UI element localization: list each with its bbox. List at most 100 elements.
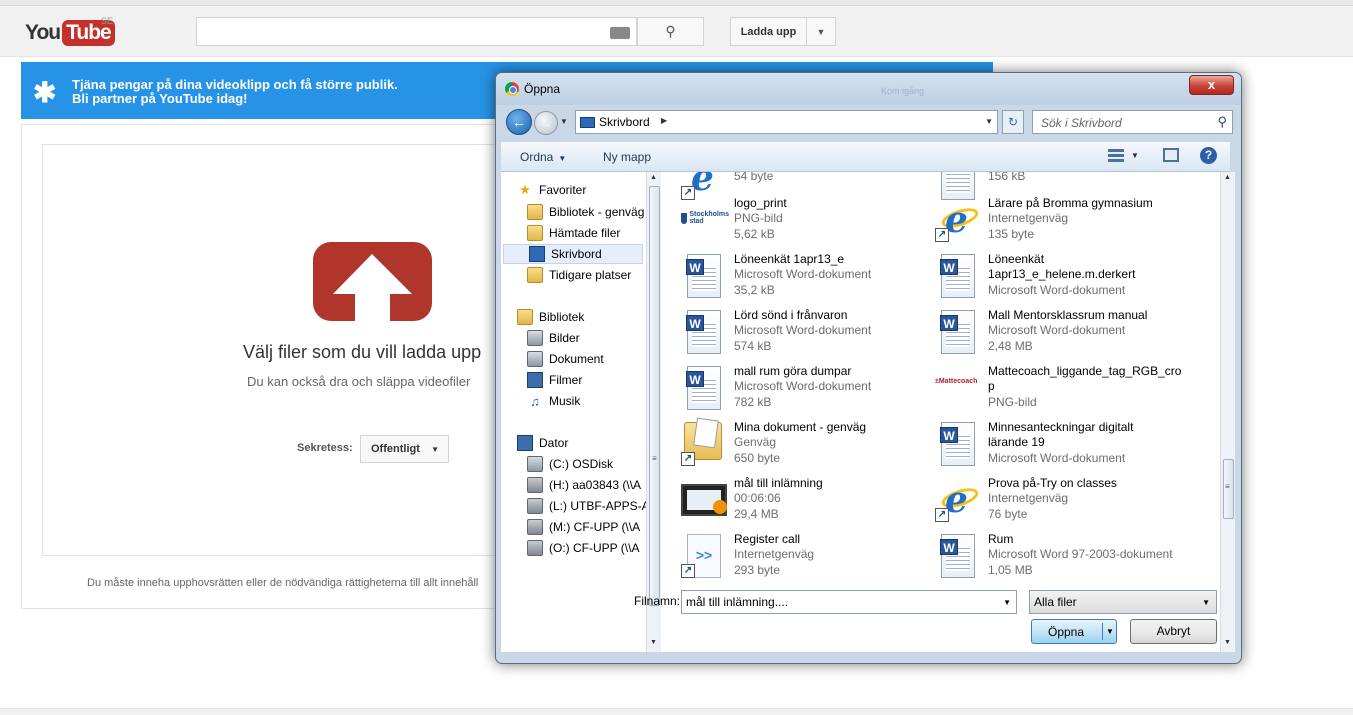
history-dropdown-icon[interactable]: ▼ [560, 117, 568, 126]
file-size: 2,48 MB [988, 339, 1033, 353]
nav-computer[interactable]: Dator [517, 433, 568, 453]
filetype-value: Alla filer [1034, 595, 1077, 609]
file-name: Lärare på Bromma gymnasium [988, 196, 1153, 210]
organize-button[interactable]: Ordna ▼ [520, 150, 566, 164]
privacy-label: Sekretess: [297, 442, 353, 454]
forward-button[interactable]: → [534, 111, 558, 135]
upload-button[interactable]: Ladda upp [730, 17, 807, 46]
nav-item-drive-c[interactable]: (C:) OSDisk [519, 454, 613, 474]
network-drive-icon [527, 477, 543, 493]
file-item[interactable]: W Mall Mentorsklassrum manual Microsoft … [935, 306, 1185, 360]
nav-item-recent-places[interactable]: Tidigare platser [519, 265, 631, 285]
privacy-select[interactable]: Offentligt ▼ [360, 435, 449, 463]
file-item[interactable]: W Rum Microsoft Word 97-2003-dokument 1,… [935, 530, 1185, 584]
grip-icon: ≡ [652, 454, 657, 463]
file-type: Microsoft Word-dokument [734, 267, 872, 281]
upload-subtitle: Du kan också dra och släppa videofiler [247, 374, 471, 389]
nav-item-pictures[interactable]: Bilder [519, 328, 580, 348]
file-name: mall rum göra dumpar [734, 364, 852, 378]
nav-favorites[interactable]: ★ Favoriter [517, 180, 586, 200]
chevron-down-icon[interactable]: ▼ [1003, 598, 1011, 607]
breadcrumb-arrow-icon[interactable]: ▶ [661, 116, 667, 125]
file-size: 782 kB [734, 395, 772, 409]
nav-item-music[interactable]: ♫ Musik [519, 391, 580, 411]
youtube-logo[interactable]: You Tube SE [25, 16, 115, 46]
scroll-down-icon[interactable]: ▼ [650, 639, 657, 646]
file-item[interactable]: W Löneenkät 1apr13_e Microsoft Word-doku… [681, 250, 931, 304]
nav-label: Dokument [549, 352, 604, 366]
file-item[interactable]: Stockholms stad logo_print PNG-bild 5,62… [681, 194, 931, 248]
nav-item-desktop[interactable]: Skrivbord [503, 244, 643, 264]
nav-label: Hämtade filer [549, 226, 621, 240]
search-button[interactable]: ⚲ [637, 17, 704, 46]
file-name: Löneenkät 1apr13_e [734, 252, 845, 266]
folder-search-input[interactable]: Sök i Skrivbord ⚲ [1032, 110, 1233, 134]
filename-value[interactable]: mål till inlämning.... [686, 595, 788, 609]
file-name-continued: 1apr13_e_helene.m.derkert [988, 267, 1136, 281]
address-dropdown-icon[interactable]: ▼ [985, 117, 993, 126]
nav-item-videos[interactable]: Filmer [519, 370, 582, 390]
upload-dropdown-button[interactable]: ▼ [806, 17, 836, 46]
nav-label: Filmer [549, 373, 583, 387]
file-item[interactable]: ±Mattecoach Mattecoach_liggande_tag_RGB_… [935, 362, 1185, 416]
chevron-down-icon: ▼ [558, 154, 567, 163]
upload-arrow-icon[interactable] [313, 242, 432, 321]
file-item[interactable]: W mall rum göra dumpar Microsoft Word-do… [681, 362, 931, 416]
file-name: Mina dokument - genväg [734, 420, 867, 434]
chevron-down-icon: ▼ [816, 26, 826, 37]
partner-line-1: Tjäna pengar på dina videoklipp och få s… [72, 77, 398, 92]
scroll-up-icon[interactable]: ▲ [650, 174, 657, 181]
file-item[interactable]: ↗ Mina dokument - genväg Genväg 650 byte [681, 418, 931, 472]
nav-label: Bibliotek [539, 310, 585, 324]
scroll-up-icon[interactable]: ▲ [1224, 174, 1231, 181]
filetype-select[interactable]: Alla filer ▼ [1029, 590, 1217, 614]
file-item[interactable]: W Minnesanteckningar digitalt lärande 19… [935, 418, 1185, 472]
nav-item-downloads[interactable]: Hämtade filer [519, 223, 620, 243]
chrome-icon [505, 82, 519, 96]
nav-item-drive-m[interactable]: (M:) CF-UPP (\\A [519, 517, 640, 537]
file-item[interactable]: mål till inlämning 00:06:06 29,4 MB [681, 474, 931, 528]
navigation-scrollbar[interactable]: ▲ ≡ ▼ [646, 172, 661, 652]
file-item[interactable]: e ↗ Prova på-Try on classes Internetgenvä… [935, 474, 1185, 528]
back-button[interactable]: ← [506, 109, 532, 135]
file-item[interactable]: >> ↗ Register call Internetgenväg 293 byt… [681, 530, 931, 584]
png-image-icon: ±Mattecoach [935, 378, 978, 385]
close-button[interactable]: x [1189, 75, 1234, 95]
scroll-down-icon[interactable]: ▼ [1224, 639, 1231, 646]
cancel-button[interactable]: Avbryt [1130, 619, 1217, 644]
open-button[interactable]: Öppna ▼ [1031, 619, 1117, 644]
nav-item-library-shortcut[interactable]: Bibliotek - genväg [519, 202, 644, 222]
folder-icon [527, 204, 543, 220]
nav-item-drive-h[interactable]: (H:) aa03843 (\\A [519, 475, 641, 495]
view-options-icon[interactable] [1108, 148, 1124, 164]
network-drive-icon [527, 540, 543, 556]
file-item[interactable]: W Lörd sönd i frånvaron Microsoft Word-d… [681, 306, 931, 360]
nav-libraries[interactable]: Bibliotek [517, 307, 584, 327]
file-item[interactable]: W Löneenkät 1apr13_e_helene.m.derkert Mi… [935, 250, 1185, 304]
new-folder-button[interactable]: Ny mapp [603, 150, 651, 164]
file-name: Löneenkät [988, 252, 1045, 266]
refresh-button[interactable]: ↻ [1002, 110, 1024, 134]
help-icon[interactable]: ? [1200, 147, 1217, 164]
keyboard-icon[interactable] [610, 27, 630, 39]
nav-item-documents[interactable]: Dokument [519, 349, 604, 369]
drive-icon [527, 456, 543, 472]
dialog-titlebar[interactable]: Öppna Kom igång x [496, 73, 1241, 105]
video-file-icon [681, 478, 729, 524]
nav-item-drive-o[interactable]: (O:) CF-UPP (\\A [519, 538, 639, 558]
file-list-scrollbar[interactable]: ▲ ≡ ▼ [1220, 172, 1235, 652]
address-text[interactable]: Skrivbord [599, 115, 650, 129]
file-size: 574 kB [734, 339, 772, 353]
view-dropdown-icon[interactable]: ▼ [1131, 151, 1139, 160]
preview-pane-icon[interactable] [1163, 148, 1179, 162]
filename-input[interactable]: mål till inlämning.... ▼ [681, 590, 1017, 614]
file-type: Genväg [734, 435, 777, 449]
nav-item-drive-l[interactable]: (L:) UTBF-APPS-A [519, 496, 648, 516]
search-icon[interactable]: ⚲ [1217, 114, 1227, 130]
chevron-down-icon[interactable]: ▼ [1106, 627, 1114, 636]
search-input[interactable] [196, 17, 637, 46]
file-item[interactable]: e ↗ Lärare på Bromma gymnasium Internetge… [935, 194, 1185, 248]
scroll-thumb[interactable] [649, 186, 660, 606]
file-type: Internetgenväg [988, 491, 1069, 505]
address-bar[interactable]: Skrivbord ▶ ▼ [575, 110, 998, 134]
